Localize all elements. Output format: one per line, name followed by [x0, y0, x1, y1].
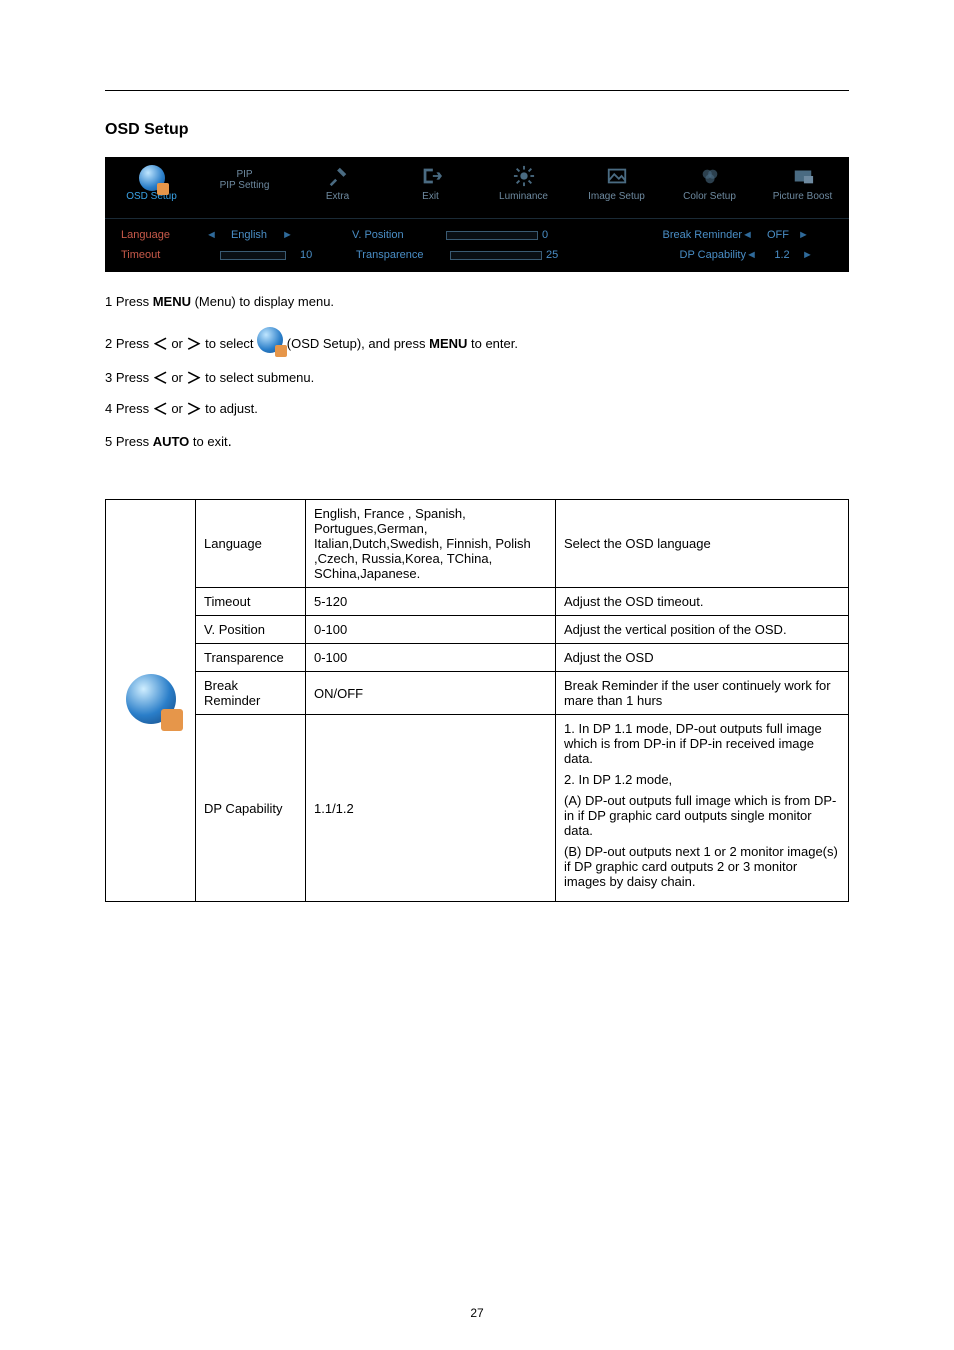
table-cell-name: Break Reminder [196, 672, 306, 715]
chevron-left-icon: ＜ [153, 336, 168, 353]
table-cell-desc: Break Reminder if the user continuely wo… [556, 672, 849, 715]
step-2: 2 Press ＜ or ＞ to select (OSD Setup), an… [105, 327, 849, 362]
chevron-right-icon: ＞ [187, 370, 202, 387]
right-arrow-icon: ► [798, 229, 808, 241]
osd-tab-picture-boost: Picture Boost [756, 163, 849, 218]
globe-icon [126, 674, 176, 724]
section-title: OSD Setup [105, 121, 849, 139]
table-cell-desc: 1. In DP 1.1 mode, DP-out outputs full i… [556, 715, 849, 902]
table-cell-name: Language [196, 500, 306, 588]
osd-row-1: Language ◄ English ► V. Position 0 Break… [121, 225, 833, 245]
osd-tab-image-setup: Image Setup [570, 163, 663, 218]
globe-icon [139, 165, 165, 191]
table-cell-name: V. Position [196, 616, 306, 644]
table-cell-name: Timeout [196, 588, 306, 616]
osd-row-2: Timeout ◄ ► 10 Transparence 25 DP Capabi… [121, 245, 833, 265]
slider [450, 251, 542, 260]
table-cell-range: English, France , Spanish, Portugues,Ger… [306, 500, 556, 588]
osd-tab-exit: Exit [384, 163, 477, 218]
picture-boost-icon [789, 165, 817, 187]
table-cell-name: DP Capability [196, 715, 306, 902]
image-icon [603, 165, 631, 187]
table-cell-range: 1.1/1.2 [306, 715, 556, 902]
tools-icon [324, 165, 352, 187]
chevron-left-icon: ＜ [153, 401, 168, 418]
globe-icon [257, 327, 283, 353]
osd-tab-osd-setup: OSD Setup [105, 163, 198, 218]
exit-icon [417, 165, 445, 187]
table-cell-range: 5-120 [306, 588, 556, 616]
table-icon-cell [106, 500, 196, 902]
sun-icon [510, 165, 538, 187]
osd-screenshot: OSD Setup PIP PIP Setting Extra Exit Lum… [105, 157, 849, 272]
chevron-right-icon: ＞ [187, 336, 202, 353]
osd-setup-table: Language English, France , Spanish, Port… [105, 499, 849, 902]
instruction-steps: 1 Press MENU (Menu) to display menu. 2 P… [105, 288, 849, 457]
step-1: 1 Press MENU (Menu) to display menu. [105, 288, 849, 315]
osd-tab-color-setup: Color Setup [663, 163, 756, 218]
step-4: 4 Press ＜ or ＞ to adjust. [105, 394, 849, 426]
left-arrow-icon: ◄ [206, 229, 216, 241]
osd-tab-luminance: Luminance [477, 163, 570, 218]
page-number: 27 [0, 1306, 954, 1320]
right-arrow-icon: ► [802, 249, 812, 261]
osd-tab-pip: PIP PIP Setting [198, 163, 291, 218]
right-arrow-icon: ► [282, 229, 292, 241]
table-cell-range: 0-100 [306, 616, 556, 644]
left-arrow-icon: ◄ [742, 229, 752, 241]
table-cell-desc: Adjust the OSD [556, 644, 849, 672]
color-icon [696, 165, 724, 187]
chevron-left-icon: ＜ [153, 370, 168, 387]
table-cell-desc: Adjust the OSD timeout. [556, 588, 849, 616]
table-cell-range: 0-100 [306, 644, 556, 672]
step-5: 5 Press AUTO to exit. [105, 426, 849, 458]
slider [446, 231, 538, 240]
chevron-right-icon: ＞ [187, 401, 202, 418]
table-cell-desc: Adjust the vertical position of the OSD. [556, 616, 849, 644]
table-cell-range: ON/OFF [306, 672, 556, 715]
osd-tab-extra: Extra [291, 163, 384, 218]
table-cell-name: Transparence [196, 644, 306, 672]
table-cell-desc: Select the OSD language [556, 500, 849, 588]
left-arrow-icon: ◄ [746, 249, 756, 261]
slider [220, 251, 286, 260]
step-3: 3 Press ＜ or ＞ to select submenu. [105, 363, 849, 395]
